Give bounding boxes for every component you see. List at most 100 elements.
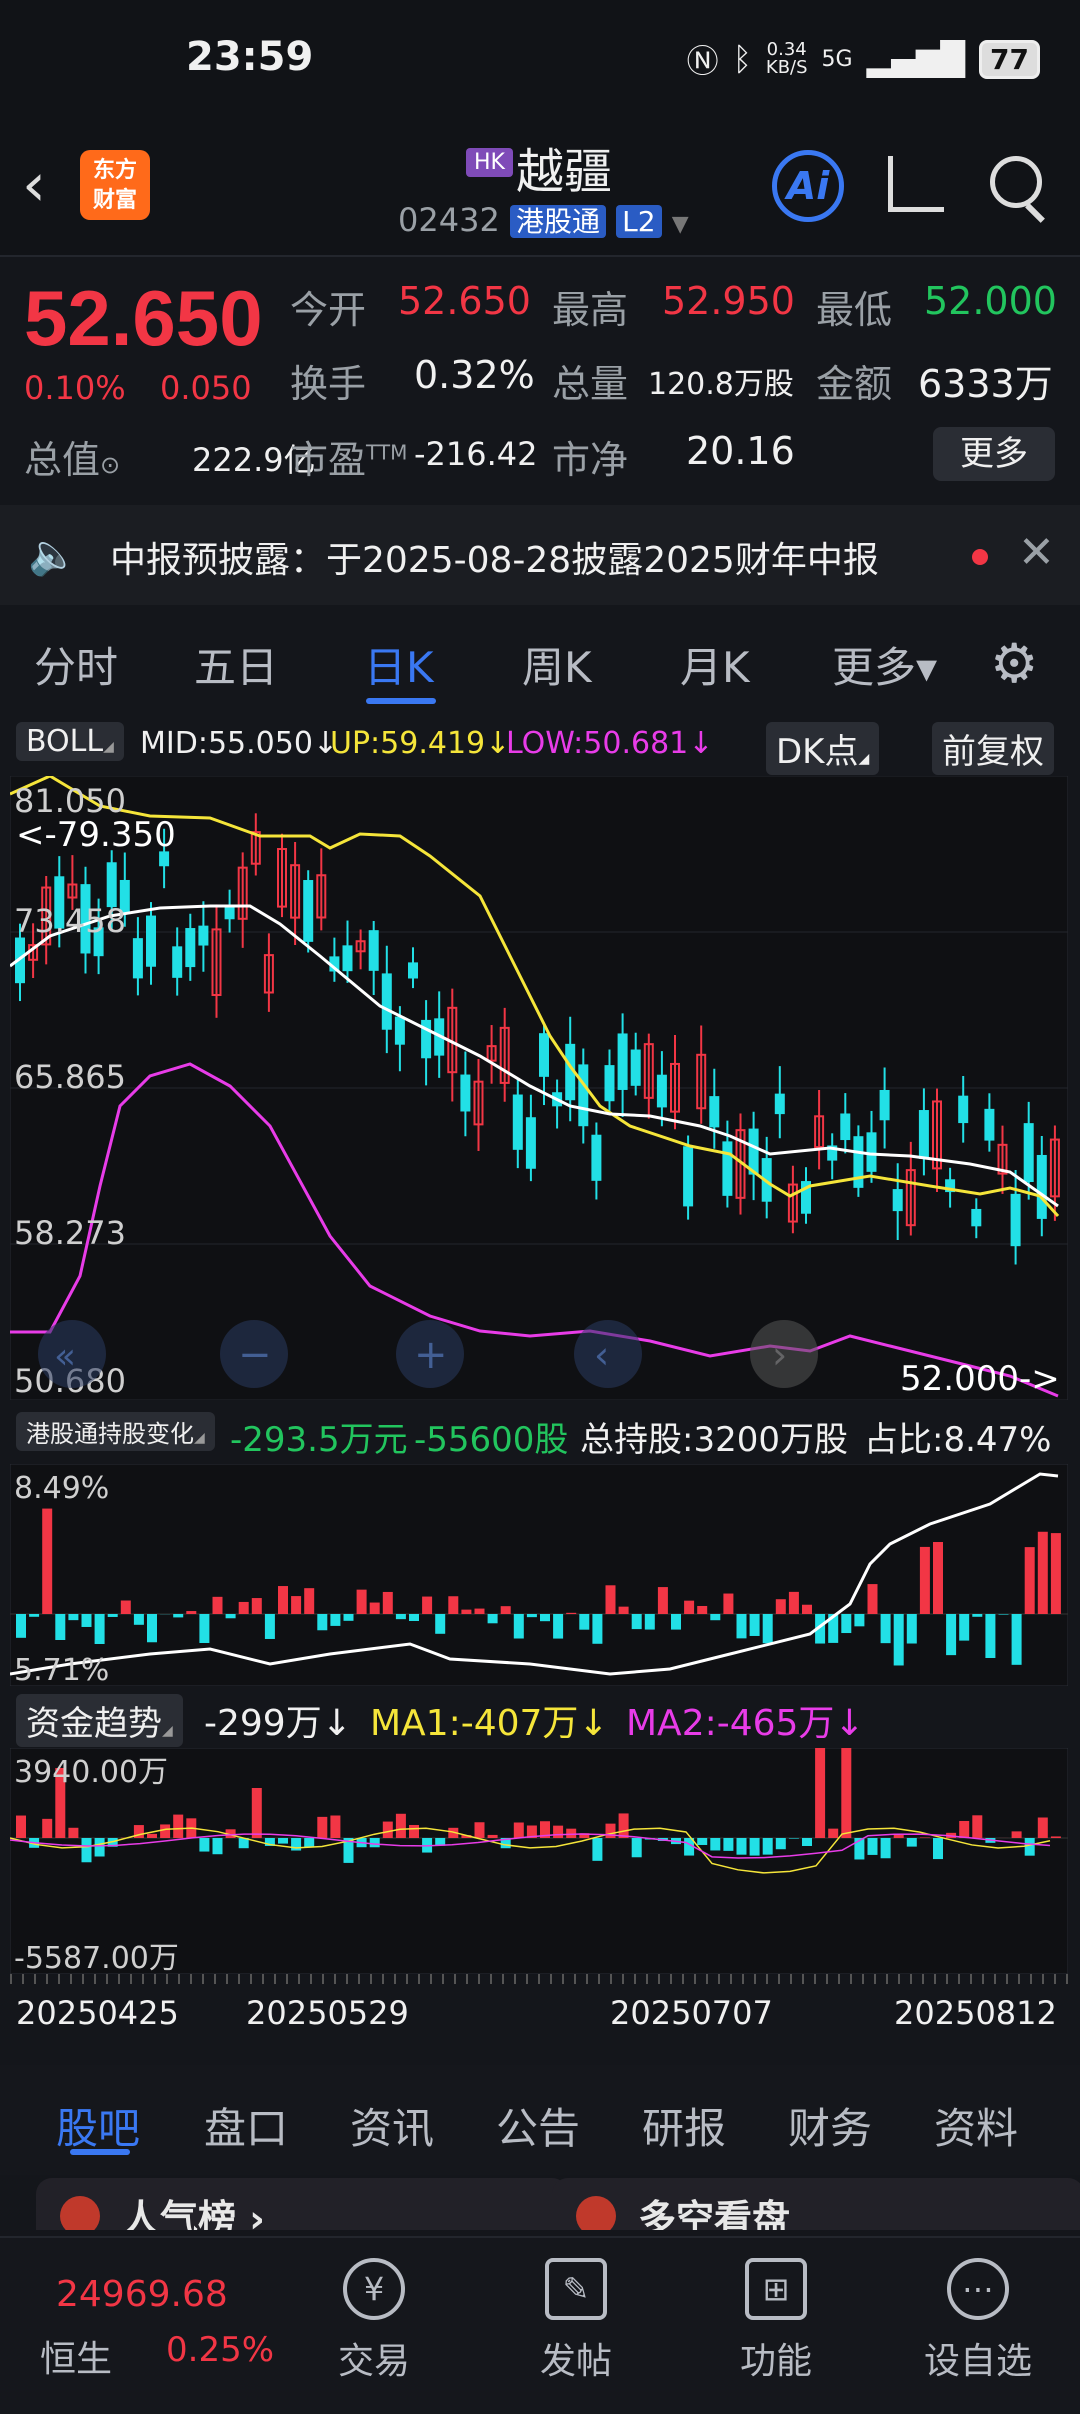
chevron-down-icon: ▼ bbox=[672, 212, 689, 237]
boll-selector[interactable]: BOLL◢ bbox=[16, 722, 124, 761]
dk-label: DK点 bbox=[776, 732, 858, 772]
open-label: 今开 bbox=[290, 279, 366, 334]
tab-forum[interactable]: 股吧 bbox=[56, 2095, 140, 2156]
hold-bar bbox=[147, 1614, 157, 1642]
hold-bar bbox=[68, 1614, 78, 1620]
hold-selector[interactable]: 港股通持股变化◢ bbox=[16, 1412, 215, 1451]
connect-tag: 港股通 bbox=[510, 205, 606, 238]
hold-bar bbox=[42, 1509, 52, 1614]
stock-code-line[interactable]: 02432 港股通 L2 ▼ bbox=[398, 200, 689, 240]
hold-bar bbox=[841, 1614, 851, 1633]
candle-body bbox=[972, 1210, 980, 1225]
ai-button[interactable]: Ai bbox=[772, 150, 844, 222]
tab-profile[interactable]: 资料 bbox=[934, 2095, 1018, 2156]
status-time: 23:59 bbox=[186, 34, 313, 80]
signal-type: 5G bbox=[822, 47, 853, 72]
more-dots-icon: ⋯ bbox=[947, 2258, 1009, 2320]
hold-bar bbox=[344, 1614, 354, 1621]
bull-bear-card[interactable]: 多空看盘 bbox=[552, 2178, 1080, 2230]
kline-chart[interactable]: 81.050 73.458 65.865 58.273 50.680 <-79.… bbox=[10, 776, 1068, 1400]
hold-bar bbox=[553, 1614, 563, 1639]
candle-body bbox=[606, 1066, 614, 1100]
fund-bar bbox=[488, 1835, 498, 1838]
popularity-card[interactable]: 人气榜 › bbox=[36, 2178, 568, 2230]
hold-bar bbox=[461, 1610, 471, 1614]
candle-body bbox=[579, 1065, 587, 1125]
candle-body bbox=[592, 1136, 600, 1180]
hold-bar bbox=[252, 1598, 262, 1614]
high-value: 52.950 bbox=[662, 279, 795, 323]
fund-bar bbox=[95, 1838, 105, 1857]
search-icon[interactable] bbox=[990, 156, 1042, 208]
back-icon[interactable]: ‹ bbox=[22, 150, 46, 220]
share-icon[interactable] bbox=[888, 156, 944, 212]
hold-bar bbox=[134, 1614, 144, 1625]
dk-button[interactable]: DK点◢ bbox=[766, 722, 879, 775]
index-name: 恒生 bbox=[40, 2330, 112, 2382]
fund-bar bbox=[370, 1838, 380, 1847]
feature-cards: 人气榜 › 多空看盘 bbox=[0, 2170, 1080, 2230]
tab-weekly-k[interactable]: 周K bbox=[522, 634, 592, 695]
tab-monthly-k[interactable]: 月K bbox=[680, 634, 750, 695]
bluetooth-icon: ᛒ bbox=[733, 40, 752, 78]
mcap-label[interactable]: 总值⊙ bbox=[24, 429, 120, 484]
tab-financials[interactable]: 财务 bbox=[788, 2095, 872, 2156]
tab-more[interactable]: 更多▾ bbox=[832, 634, 937, 695]
fund-bar bbox=[16, 1816, 26, 1838]
tab-five-day[interactable]: 五日 bbox=[194, 634, 278, 695]
app-logo[interactable]: 东方 财富 bbox=[80, 150, 150, 220]
fund-bar bbox=[1051, 1836, 1061, 1838]
status-bar: 23:59 Ⓝ ᛒ 0.34 KB/S 5G ▂▄▆█ 77 bbox=[0, 0, 1080, 120]
hold-bar bbox=[789, 1592, 799, 1614]
nav-functions[interactable]: ⊞ 功能 bbox=[696, 2258, 856, 2384]
bottom-nav: 24969.68 恒生 0.25% ¥ 交易 ✎ 发帖 ⊞ 功能 ⋯ 设自选 bbox=[0, 2236, 1080, 2414]
fund-bar bbox=[907, 1838, 917, 1847]
candle-body bbox=[370, 931, 378, 970]
more-button[interactable]: 更多 bbox=[933, 427, 1055, 481]
fund-bar bbox=[619, 1813, 629, 1838]
tab-intraday[interactable]: 分时 bbox=[34, 634, 118, 695]
logo-line1: 东方 bbox=[93, 158, 137, 183]
fund-bar bbox=[330, 1816, 340, 1838]
tab-orderbook[interactable]: 盘口 bbox=[204, 2095, 288, 2156]
nav-trade-label: 交易 bbox=[338, 2341, 410, 2382]
hold-bar bbox=[723, 1594, 733, 1614]
fund-chart[interactable]: 3940.00万 -5587.00万 bbox=[10, 1748, 1068, 1974]
fund-bar bbox=[213, 1838, 223, 1854]
fund-bar bbox=[317, 1817, 327, 1838]
turnover-label: 换手 bbox=[290, 353, 366, 408]
fund-selector[interactable]: 资金趋势◢ bbox=[16, 1694, 183, 1747]
nav-watchlist[interactable]: ⋯ 设自选 bbox=[898, 2258, 1058, 2384]
nav-post[interactable]: ✎ 发帖 bbox=[496, 2258, 656, 2384]
fund-bar bbox=[1012, 1831, 1022, 1838]
candle-body bbox=[1025, 1124, 1033, 1181]
tab-daily-k[interactable]: 日K bbox=[364, 634, 434, 695]
nav-trade[interactable]: ¥ 交易 bbox=[294, 2258, 454, 2384]
fund-bar bbox=[147, 1834, 157, 1838]
tab-research[interactable]: 研报 bbox=[642, 2095, 726, 2156]
notice-bar[interactable]: 🔈 中报预披露：于2025-08-28披露2025财年中报 ✕ bbox=[0, 505, 1080, 605]
chevron-right-icon: › bbox=[772, 1333, 787, 1377]
hold-bar bbox=[999, 1614, 1009, 1615]
pe-label: 市盈TTM bbox=[290, 429, 407, 484]
hold-bar bbox=[972, 1614, 982, 1617]
x-axis: 20250425 20250529 20250707 20250812 bbox=[10, 1974, 1068, 2056]
candle-body bbox=[868, 1133, 876, 1171]
fund-y-top: 3940.00万 bbox=[14, 1755, 168, 1790]
hold-bar bbox=[959, 1614, 969, 1641]
search-handle bbox=[1025, 203, 1045, 223]
index-ticker[interactable]: 24969.68 恒生 0.25% bbox=[20, 2258, 280, 2378]
close-icon[interactable]: ✕ bbox=[1018, 527, 1055, 578]
candle-body bbox=[304, 881, 312, 941]
tab-announcements[interactable]: 公告 bbox=[496, 2095, 580, 2156]
hold-bar bbox=[750, 1614, 760, 1636]
hold-bar bbox=[16, 1614, 26, 1638]
adjust-button[interactable]: 前复权 bbox=[932, 722, 1054, 775]
hold-chart[interactable]: 8.49% 5.71% bbox=[10, 1464, 1068, 1686]
fund-bar bbox=[841, 1748, 851, 1838]
gear-icon[interactable]: ⚙ bbox=[990, 632, 1038, 695]
candle-body bbox=[173, 947, 181, 976]
hold-bar bbox=[920, 1547, 930, 1614]
active-subtab-indicator bbox=[70, 2149, 130, 2155]
tab-news[interactable]: 资讯 bbox=[350, 2095, 434, 2156]
